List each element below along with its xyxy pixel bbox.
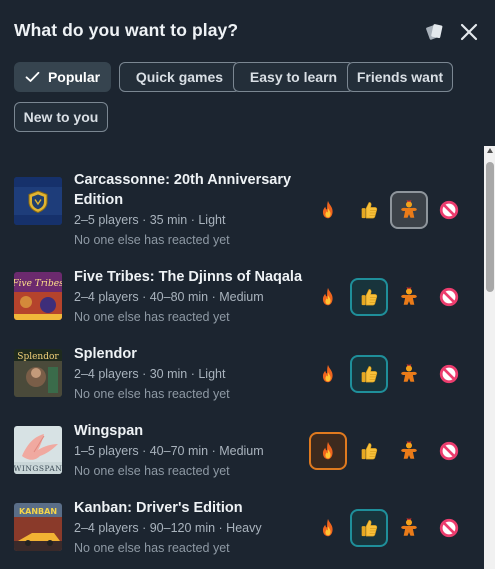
- reaction-no-button[interactable]: [430, 509, 468, 547]
- game-row-kanban[interactable]: KANBAN Kanban: Driver's Edition 2–4 play…: [14, 498, 479, 568]
- reaction-meeple-button[interactable]: [390, 355, 428, 393]
- game-reaction-status: No one else has reacted yet: [74, 464, 230, 478]
- filter-chip-label: Popular: [47, 69, 101, 85]
- meeple-icon: [398, 286, 420, 308]
- thumbs-up-icon: [358, 363, 380, 385]
- scrollbar-thumb[interactable]: [486, 162, 494, 292]
- game-thumbnail: WINGSPAN: [14, 426, 62, 474]
- filter-chip-label: Easy to learn: [249, 69, 338, 85]
- game-thumbnail: KANBAN: [14, 503, 62, 551]
- game-thumbnail: [14, 177, 62, 225]
- no-icon: [438, 286, 460, 308]
- thumb-title-text: KANBAN: [19, 507, 57, 516]
- game-row-wingspan[interactable]: WINGSPAN Wingspan 1–5 players · 40–70 mi…: [14, 421, 479, 491]
- filter-chip-label: New to you: [23, 109, 99, 125]
- game-row-splendor[interactable]: Splendor Splendor 2–4 players · 30 min ·…: [14, 344, 479, 414]
- fire-icon: [317, 199, 339, 221]
- game-title: Kanban: Driver's Edition: [74, 500, 243, 516]
- filter-chip-label: Quick games: [135, 69, 224, 85]
- dialog-title: What do you want to play?: [14, 20, 239, 40]
- fire-icon: [317, 286, 339, 308]
- reaction-no-button[interactable]: [430, 278, 468, 316]
- thumbs-up-icon: [358, 440, 380, 462]
- no-icon: [438, 199, 460, 221]
- dialog-header: What do you want to play?: [14, 18, 481, 46]
- reaction-thumbs-up-button[interactable]: [350, 278, 388, 316]
- fire-icon: [317, 363, 339, 385]
- no-icon: [438, 440, 460, 462]
- thumb-title-text: Five Tribes: [14, 279, 62, 289]
- reaction-fire-button[interactable]: [309, 278, 347, 316]
- game-meta: 2–4 players · 30 min · Light: [74, 367, 226, 381]
- no-icon: [438, 363, 460, 385]
- reaction-fire-button[interactable]: [309, 355, 347, 393]
- thumbs-up-icon: [358, 199, 380, 221]
- filter-chip-quick-games[interactable]: Quick games: [119, 62, 240, 92]
- filter-chip-popular[interactable]: Popular: [14, 62, 111, 92]
- reaction-fire-button[interactable]: [309, 509, 347, 547]
- filter-chip-friends-want[interactable]: Friends want: [347, 62, 453, 92]
- reaction-thumbs-up-button[interactable]: [350, 509, 388, 547]
- filter-chip-easy-to-learn[interactable]: Easy to learn: [233, 62, 354, 92]
- no-icon: [438, 517, 460, 539]
- game-reaction-status: No one else has reacted yet: [74, 387, 230, 401]
- game-thumbnail: Splendor: [14, 349, 62, 397]
- reaction-meeple-button[interactable]: [390, 278, 428, 316]
- game-reaction-status: No one else has reacted yet: [74, 233, 230, 247]
- game-meta: 2–4 players · 40–80 min · Medium: [74, 290, 264, 304]
- game-title: Five Tribes: The Djinns of Naqala: [74, 269, 303, 285]
- reaction-no-button[interactable]: [430, 191, 468, 229]
- meeple-icon: [398, 440, 420, 462]
- cards-icon[interactable]: [423, 20, 447, 44]
- game-reaction-status: No one else has reacted yet: [74, 310, 230, 324]
- close-icon[interactable]: [457, 20, 481, 44]
- reaction-no-button[interactable]: [430, 355, 468, 393]
- meeple-icon: [398, 363, 420, 385]
- reaction-thumbs-up-button[interactable]: [350, 432, 388, 470]
- check-icon: [25, 71, 40, 83]
- reaction-thumbs-up-button[interactable]: [350, 355, 388, 393]
- meeple-icon: [398, 517, 420, 539]
- thumbs-up-icon: [358, 517, 380, 539]
- reaction-meeple-button[interactable]: [390, 432, 428, 470]
- fire-icon: [317, 440, 339, 462]
- game-row-five-tribes[interactable]: Five Tribes Five Tribes: The Djinns of N…: [14, 267, 479, 337]
- scroll-up-arrow[interactable]: [487, 148, 493, 153]
- game-title: Carcassonne: 20th Anniversary Edition: [74, 172, 292, 208]
- game-row-carcassonne[interactable]: Carcassonne: 20th Anniversary Edition 2–…: [14, 170, 479, 247]
- thumb-title-text: Splendor: [17, 352, 59, 362]
- game-meta: 2–4 players · 90–120 min · Heavy: [74, 521, 262, 535]
- meeple-icon: [398, 199, 420, 221]
- game-reaction-status: No one else has reacted yet: [74, 541, 230, 555]
- game-title: Splendor: [74, 346, 137, 362]
- reaction-meeple-button[interactable]: [390, 509, 428, 547]
- reaction-thumbs-up-button[interactable]: [350, 191, 388, 229]
- thumbs-up-icon: [358, 286, 380, 308]
- thumb-title-text: WINGSPAN: [14, 464, 62, 473]
- game-meta: 1–5 players · 40–70 min · Medium: [74, 444, 264, 458]
- filter-chip-label: Friends want: [356, 69, 444, 85]
- game-title: Wingspan: [74, 423, 144, 439]
- reaction-fire-button[interactable]: [309, 191, 347, 229]
- game-thumbnail: Five Tribes: [14, 272, 62, 320]
- fire-icon: [317, 517, 339, 539]
- reaction-fire-button[interactable]: [309, 432, 347, 470]
- filter-chip-new-to-you[interactable]: New to you: [14, 102, 108, 132]
- reaction-meeple-button[interactable]: [390, 191, 428, 229]
- game-meta: 2–5 players · 35 min · Light: [74, 213, 226, 227]
- reaction-no-button[interactable]: [430, 432, 468, 470]
